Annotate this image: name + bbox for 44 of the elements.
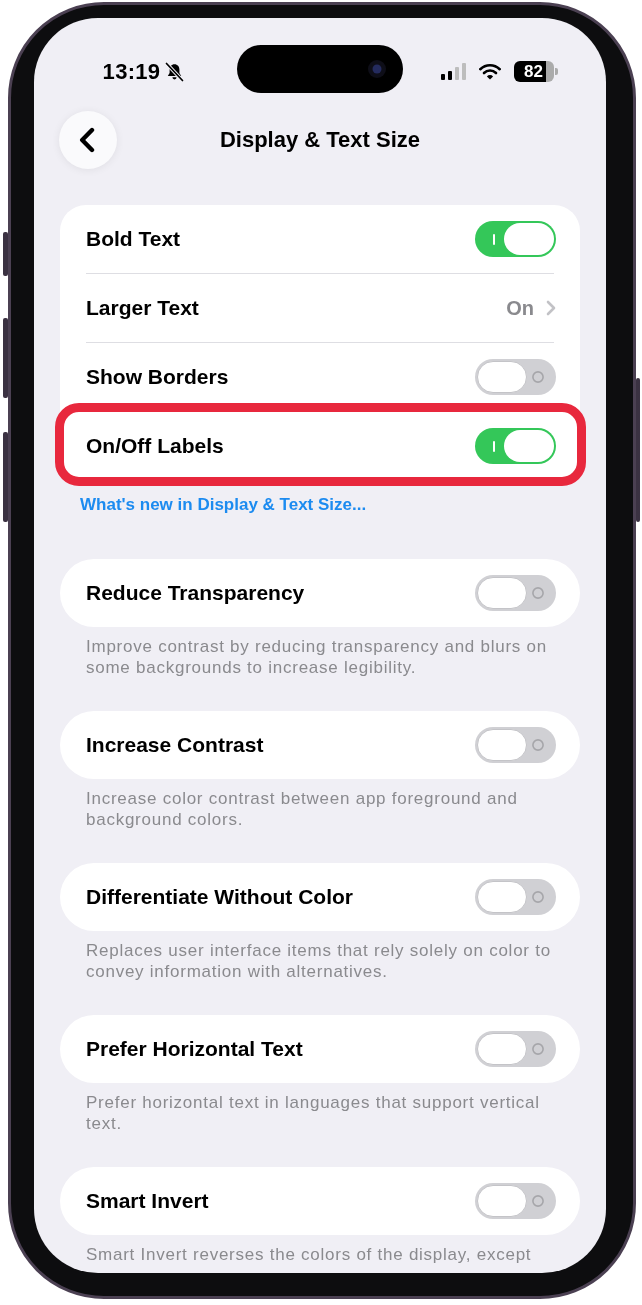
page-title: Display & Text Size	[219, 127, 421, 153]
ring-icon	[532, 739, 544, 751]
line-icon	[493, 440, 495, 452]
setting-label: Smart Invert	[86, 1189, 209, 1213]
bell-slash-icon	[165, 61, 185, 82]
toggle-switch[interactable]	[475, 879, 556, 915]
setting-description: Smart Invert reverses the colors of the display, except	[86, 1244, 533, 1265]
camera-lens-icon	[368, 60, 386, 78]
setting-label: Prefer Horizontal Text	[86, 1037, 303, 1061]
setting-label: Show Borders	[86, 365, 229, 389]
setting-description: Prefer horizontal text in languages that support vertical text.	[86, 1092, 541, 1134]
toggle-switch[interactable]	[475, 359, 556, 395]
side-button[interactable]	[3, 318, 8, 398]
side-button[interactable]	[3, 432, 8, 522]
setting-description: Increase color contrast between app foreground and background colors.	[86, 788, 519, 830]
ring-icon	[532, 1195, 544, 1207]
ring-icon	[532, 1043, 544, 1055]
toggle-switch[interactable]	[475, 1183, 556, 1219]
signal-icon	[440, 63, 466, 80]
toggle-switch[interactable]	[475, 1031, 556, 1067]
toggle-switch[interactable]	[475, 575, 556, 611]
side-button[interactable]	[636, 378, 640, 522]
toggle-switch[interactable]	[475, 428, 556, 464]
setting-label: Reduce Transparency	[86, 581, 305, 605]
toggle-switch[interactable]	[475, 221, 556, 257]
side-button[interactable]	[3, 232, 8, 276]
wifi-icon	[478, 63, 501, 80]
status-time: 13:19	[102, 58, 161, 85]
chevron-left-icon	[79, 127, 95, 153]
setting-label: Differentiate Without Color	[86, 885, 353, 909]
ring-icon	[532, 891, 544, 903]
setting-label: Increase Contrast	[86, 733, 264, 757]
setting-label: On/Off Labels	[86, 434, 224, 458]
setting-description: Improve contrast by reducing transparency and blurs on some backgrounds to increase legibility.	[86, 636, 548, 678]
battery-indicator: 82	[513, 61, 558, 82]
setting-label[interactable]: Larger Text	[86, 296, 199, 320]
setting-value: On	[506, 296, 534, 320]
ring-icon	[532, 371, 544, 383]
ring-icon	[532, 587, 544, 599]
line-icon	[493, 233, 495, 245]
setting-label: Bold Text	[86, 227, 181, 251]
chevron-right-icon	[546, 300, 556, 316]
toggle-switch[interactable]	[475, 727, 556, 763]
setting-description: Replaces user interface items that rely solely on color to convey information with alternatives.	[86, 940, 552, 982]
